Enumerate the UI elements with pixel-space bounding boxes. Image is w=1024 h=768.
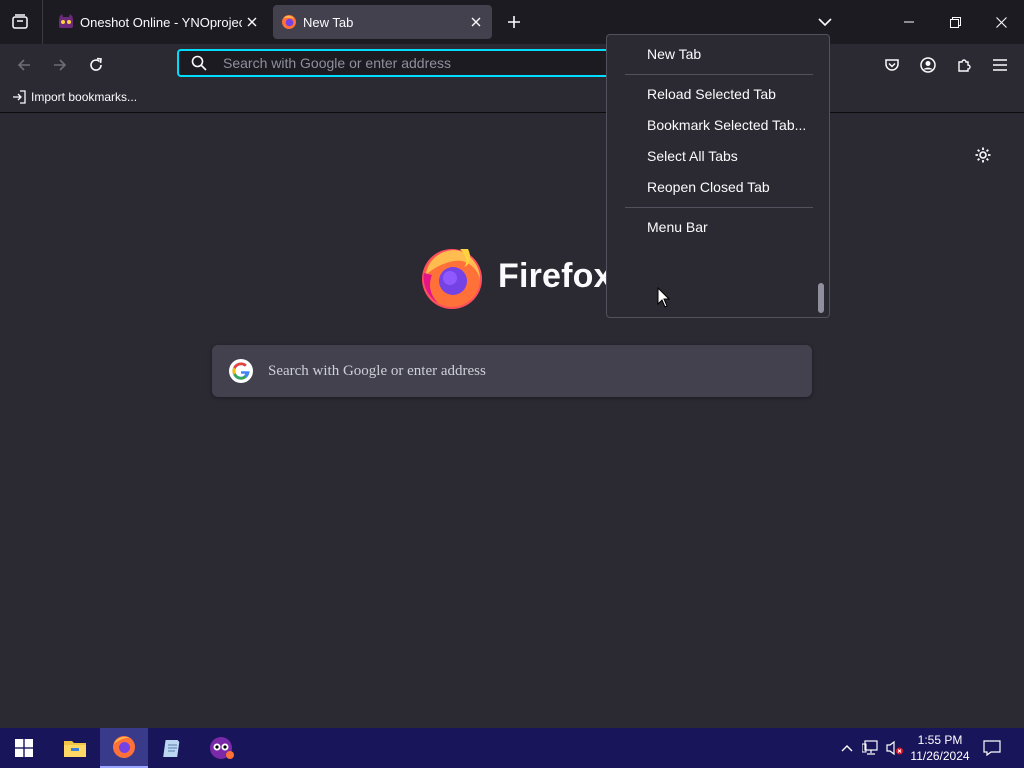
volume-muted-icon (886, 740, 903, 756)
search-icon (191, 55, 207, 71)
customize-new-tab-button[interactable] (971, 143, 995, 167)
network-button[interactable] (861, 738, 881, 758)
url-input[interactable] (221, 54, 615, 72)
import-bookmarks-label: Import bookmarks... (31, 90, 138, 104)
menu-item-select-all-tabs[interactable]: Select All Tabs (647, 148, 738, 164)
restore-icon (949, 16, 961, 28)
clock-time: 1:55 PM (917, 733, 963, 747)
arrow-right-icon (54, 59, 67, 71)
windows-taskbar: 1:55 PM 11/26/2024 (0, 728, 1024, 768)
firefox-logo-icon (422, 249, 482, 309)
clock-date: 11/26/2024 (910, 749, 970, 763)
back-button[interactable] (10, 51, 38, 79)
menu-item-menu-bar[interactable]: Menu Bar (647, 219, 708, 235)
app-menu-button[interactable] (986, 51, 1014, 79)
minimize-button[interactable] (889, 8, 929, 36)
close-window-button[interactable] (981, 8, 1021, 36)
google-icon (229, 359, 253, 383)
taskbar-firefox[interactable] (100, 728, 148, 768)
menu-item-new-tab[interactable]: New Tab (647, 46, 701, 62)
tab-title: New Tab (303, 14, 354, 30)
extensions-button[interactable] (950, 51, 978, 79)
tab-title: Oneshot Online - YNOproject (80, 14, 242, 30)
new-tab-button[interactable] (503, 11, 525, 33)
windows-start-icon (15, 739, 33, 757)
taskbar-clock[interactable]: 1:55 PM 11/26/2024 (906, 732, 974, 764)
tab-bar: Oneshot Online - YNOproject New Tab (0, 0, 1024, 44)
import-bookmarks-button[interactable]: Import bookmarks... (12, 90, 137, 104)
forward-button[interactable] (46, 51, 74, 79)
menu-separator (625, 207, 813, 208)
tab-new-tab[interactable]: New Tab (273, 5, 492, 39)
show-hidden-icons-button[interactable] (837, 738, 857, 758)
close-icon (471, 17, 481, 27)
firefox-view-icon (12, 14, 28, 29)
tab-ynoproject[interactable]: Oneshot Online - YNOproject (50, 5, 268, 39)
taskbar-ynoproject[interactable] (198, 728, 246, 768)
import-icon (13, 90, 26, 104)
reload-icon (90, 57, 102, 71)
new-tab-page: Firefox (0, 113, 1024, 728)
pocket-button[interactable] (878, 51, 906, 79)
tab-close-button[interactable] (242, 12, 262, 32)
navigation-toolbar (0, 44, 1024, 86)
list-all-tabs-button[interactable] (814, 11, 836, 33)
menu-scrollbar[interactable] (818, 283, 824, 313)
ynoproject-icon (210, 737, 234, 759)
account-button[interactable] (914, 51, 942, 79)
volume-button[interactable] (885, 738, 905, 758)
start-button[interactable] (0, 728, 48, 768)
tab-separator (42, 0, 43, 44)
plus-icon (508, 16, 520, 28)
ynoproject-favicon (59, 14, 73, 28)
firefox-icon (113, 736, 135, 758)
chevron-up-icon (841, 745, 853, 752)
puzzle-icon (958, 59, 971, 72)
file-explorer-icon (64, 741, 86, 757)
notepad-icon (163, 740, 180, 757)
notification-icon (983, 740, 1001, 756)
menu-item-reopen-closed-tab[interactable]: Reopen Closed Tab (647, 179, 770, 195)
menu-item-reload-selected-tab[interactable]: Reload Selected Tab (647, 86, 776, 102)
tab-context-menu: New Tab Reload Selected Tab Bookmark Sel… (606, 34, 830, 318)
menu-item-bookmark-selected-tab[interactable]: Bookmark Selected Tab... (647, 117, 806, 133)
restore-button[interactable] (935, 8, 975, 36)
hamburger-menu-icon (993, 59, 1007, 71)
arrow-left-icon (17, 59, 30, 71)
bookmarks-toolbar: Import bookmarks... (0, 86, 1024, 113)
taskbar-file-explorer[interactable] (51, 728, 99, 768)
gear-icon (975, 147, 991, 163)
action-center-button[interactable] (982, 738, 1002, 758)
close-icon (995, 16, 1007, 28)
close-icon (247, 17, 257, 27)
minimize-icon (904, 21, 914, 23)
reload-button[interactable] (82, 51, 110, 79)
firefox-wordmark: Firefox (498, 257, 613, 295)
url-bar[interactable] (177, 49, 617, 77)
chevron-down-icon (818, 18, 832, 27)
tab-close-button[interactable] (466, 12, 486, 32)
network-icon (862, 740, 878, 755)
firefox-favicon (282, 15, 296, 29)
taskbar-notepad[interactable] (149, 728, 197, 768)
new-tab-search-box[interactable] (212, 345, 812, 397)
account-icon (920, 57, 936, 73)
menu-separator (625, 74, 813, 75)
firefox-view-button[interactable] (6, 9, 34, 35)
mouse-cursor-icon (657, 287, 671, 308)
new-tab-search-input[interactable] (266, 361, 812, 381)
pocket-icon (885, 59, 899, 71)
